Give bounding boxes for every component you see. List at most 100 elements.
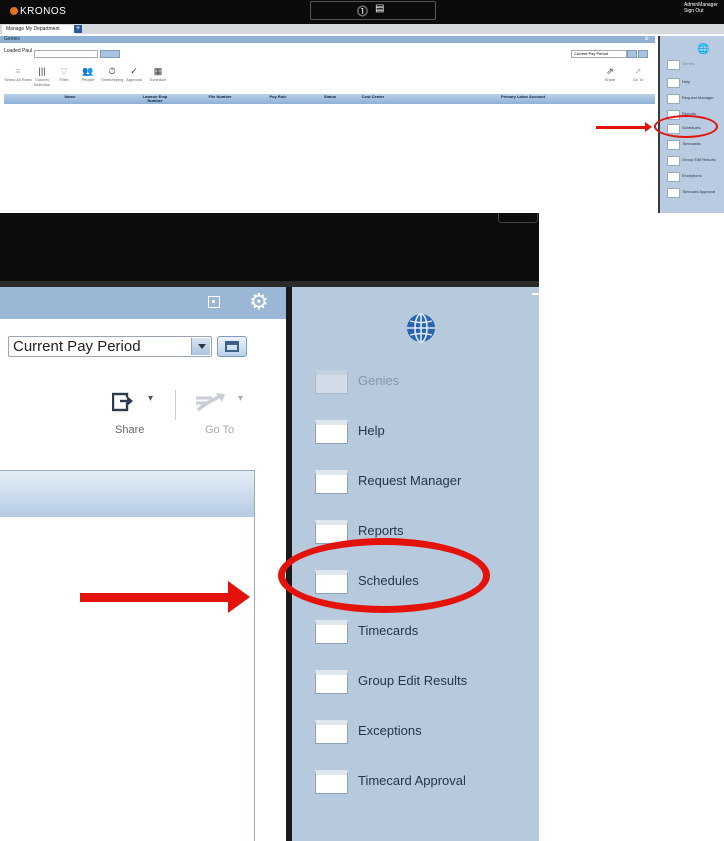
pay-period-dropdown-button[interactable] xyxy=(191,338,210,355)
globe-icon: 🌐 xyxy=(697,44,710,55)
tab-row xyxy=(0,24,724,34)
panel-item-label: Group Edit Results xyxy=(358,673,468,688)
panel-item-box xyxy=(315,620,348,644)
column-primary-labor-account[interactable]: Primary Labor Account xyxy=(497,95,549,99)
globe-icon[interactable] xyxy=(405,312,437,344)
panel-item-label: Genies xyxy=(682,61,695,66)
panel-edge-mark xyxy=(532,293,539,295)
panel-item-label: Request Manager xyxy=(682,95,714,100)
panel-item-label: Reports xyxy=(358,523,404,538)
panel-item-box xyxy=(667,140,680,150)
panel-item-label: Exceptions xyxy=(682,173,702,178)
highlight-arrow-shaft xyxy=(80,593,230,602)
sign-out-link[interactable]: Sign Out xyxy=(684,8,718,14)
tool-goto-small[interactable]: ➚ Go To xyxy=(624,66,652,82)
highlight-circle-small xyxy=(654,115,718,138)
panel-item-box xyxy=(315,670,348,694)
tool-label: Column Selection xyxy=(33,77,51,87)
pay-period-value: Current Pay Period xyxy=(13,338,141,355)
panel-item-exceptions[interactable]: Exceptions xyxy=(315,720,525,746)
panel-item-label: Help xyxy=(682,79,691,84)
panel-item-timecards[interactable]: Timecards xyxy=(315,620,525,646)
panel-item-box xyxy=(315,370,348,394)
panel-item-timecard-approval[interactable]: Timecard Approval xyxy=(315,770,525,796)
zoomed-screenshot: ⚙ Current Pay Period ▾ Share ▾ Go To Gen… xyxy=(0,213,539,841)
workspace-title: Genies xyxy=(4,36,20,42)
panel-item-genies[interactable]: Genies xyxy=(315,370,525,396)
calendar-button[interactable] xyxy=(217,336,247,357)
workspace-pane: ⚙ Current Pay Period ▾ Share ▾ Go To xyxy=(0,287,288,841)
employee-grid xyxy=(0,470,255,841)
gear-icon[interactable]: ⚙ xyxy=(249,289,269,315)
panel-item-box xyxy=(315,420,348,444)
column-status[interactable]: Status xyxy=(315,95,345,99)
share-caret-icon[interactable]: ▾ xyxy=(148,393,153,404)
go-to-icon[interactable] xyxy=(194,390,228,412)
tool-schedule[interactable]: ▦ Schedule xyxy=(144,66,172,82)
column-name[interactable]: Name xyxy=(55,95,85,99)
brand-name: KRONOS xyxy=(20,6,67,17)
search-button[interactable] xyxy=(100,50,120,58)
panel-item-request-manager-small[interactable]: Request Manager xyxy=(667,94,724,104)
panel-item-label: Timecards xyxy=(358,623,419,638)
panel-item-genies-small[interactable]: Genies xyxy=(667,60,724,70)
panel-item-box xyxy=(667,188,680,198)
info-icon[interactable]: ⓵ xyxy=(357,3,368,19)
column-file-number[interactable]: File Number xyxy=(200,95,240,99)
pay-period-select[interactable]: Current Pay Period xyxy=(8,336,212,357)
workspace-title-bar: Genies ⚙ xyxy=(0,36,655,43)
panel-item-box xyxy=(667,60,680,70)
panel-item-label: Help xyxy=(358,423,385,438)
kronos-logo-mark xyxy=(10,7,18,15)
overview-screenshot: KRONOS ⓵ ▤ AdminManager Sign Out Manage … xyxy=(0,0,724,213)
kronos-logo: KRONOS xyxy=(10,6,66,17)
panel-item-box xyxy=(667,94,680,104)
search-input[interactable] xyxy=(34,50,98,58)
grid-header-zoomed xyxy=(0,471,254,517)
panel-item-help-small[interactable]: Help xyxy=(667,78,724,88)
panel-item-box xyxy=(667,156,680,166)
calendar-button-small[interactable] xyxy=(638,50,648,58)
toolbar-divider xyxy=(175,390,176,420)
panel-item-timecards-small[interactable]: Timecards xyxy=(667,140,724,150)
column-lawson-emp-number[interactable]: Lawson Emp Number xyxy=(135,95,175,103)
notes-icon[interactable]: ▤ xyxy=(375,3,384,14)
header-box-edge xyxy=(498,213,538,223)
tool-label: Approval xyxy=(126,77,142,82)
panel-item-request-manager[interactable]: Request Manager xyxy=(315,470,525,496)
tool-label: People xyxy=(81,77,95,82)
highlight-arrow-head xyxy=(228,581,250,613)
panel-item-box xyxy=(315,720,348,744)
panel-item-box xyxy=(667,78,680,88)
user-info: AdminManager Sign Out xyxy=(684,2,718,14)
go-to-caret-icon[interactable]: ▾ xyxy=(238,393,243,404)
maximize-icon[interactable] xyxy=(208,296,220,308)
schedule-icon: ▦ xyxy=(153,66,163,76)
tool-share-small[interactable]: ⇗ Share xyxy=(596,66,624,82)
panel-item-help[interactable]: Help xyxy=(315,420,525,446)
go-to-icon: ➚ xyxy=(634,66,642,76)
gear-icon[interactable]: ⚙ xyxy=(645,36,649,43)
panel-item-box xyxy=(315,770,348,794)
panel-item-label: Timecard Approval xyxy=(358,773,466,788)
share-icon[interactable] xyxy=(112,390,134,412)
panel-item-label: Request Manager xyxy=(358,473,462,488)
panel-item-box xyxy=(667,172,680,182)
panel-item-group-edit-results[interactable]: Group Edit Results xyxy=(315,670,525,696)
header-center-box: ⓵ ▤ xyxy=(310,1,436,20)
share-label: Share xyxy=(115,424,145,436)
pay-period-select-small[interactable]: Current Pay Period xyxy=(571,50,627,58)
panel-item-timecard-approval-small[interactable]: Timecard Approval xyxy=(667,188,724,198)
column-pay-rule[interactable]: Pay Rule xyxy=(258,95,298,99)
column-cost-center[interactable]: Cost Center xyxy=(358,95,388,99)
panel-item-label: Timecards xyxy=(682,141,701,146)
tab-manage-my-department[interactable]: Manage My Department xyxy=(2,25,76,34)
panel-item-group-edit-results-small[interactable]: Group Edit Results xyxy=(667,156,724,166)
share-icon: ⇗ xyxy=(606,66,614,76)
pay-period-dropdown-small[interactable] xyxy=(627,50,637,58)
tool-label: Filter xyxy=(59,77,69,82)
panel-item-exceptions-small[interactable]: Exceptions xyxy=(667,172,724,182)
panel-item-label: Exceptions xyxy=(358,723,422,738)
highlight-arrow-small xyxy=(596,122,652,132)
add-tab-button[interactable]: + xyxy=(74,25,82,33)
